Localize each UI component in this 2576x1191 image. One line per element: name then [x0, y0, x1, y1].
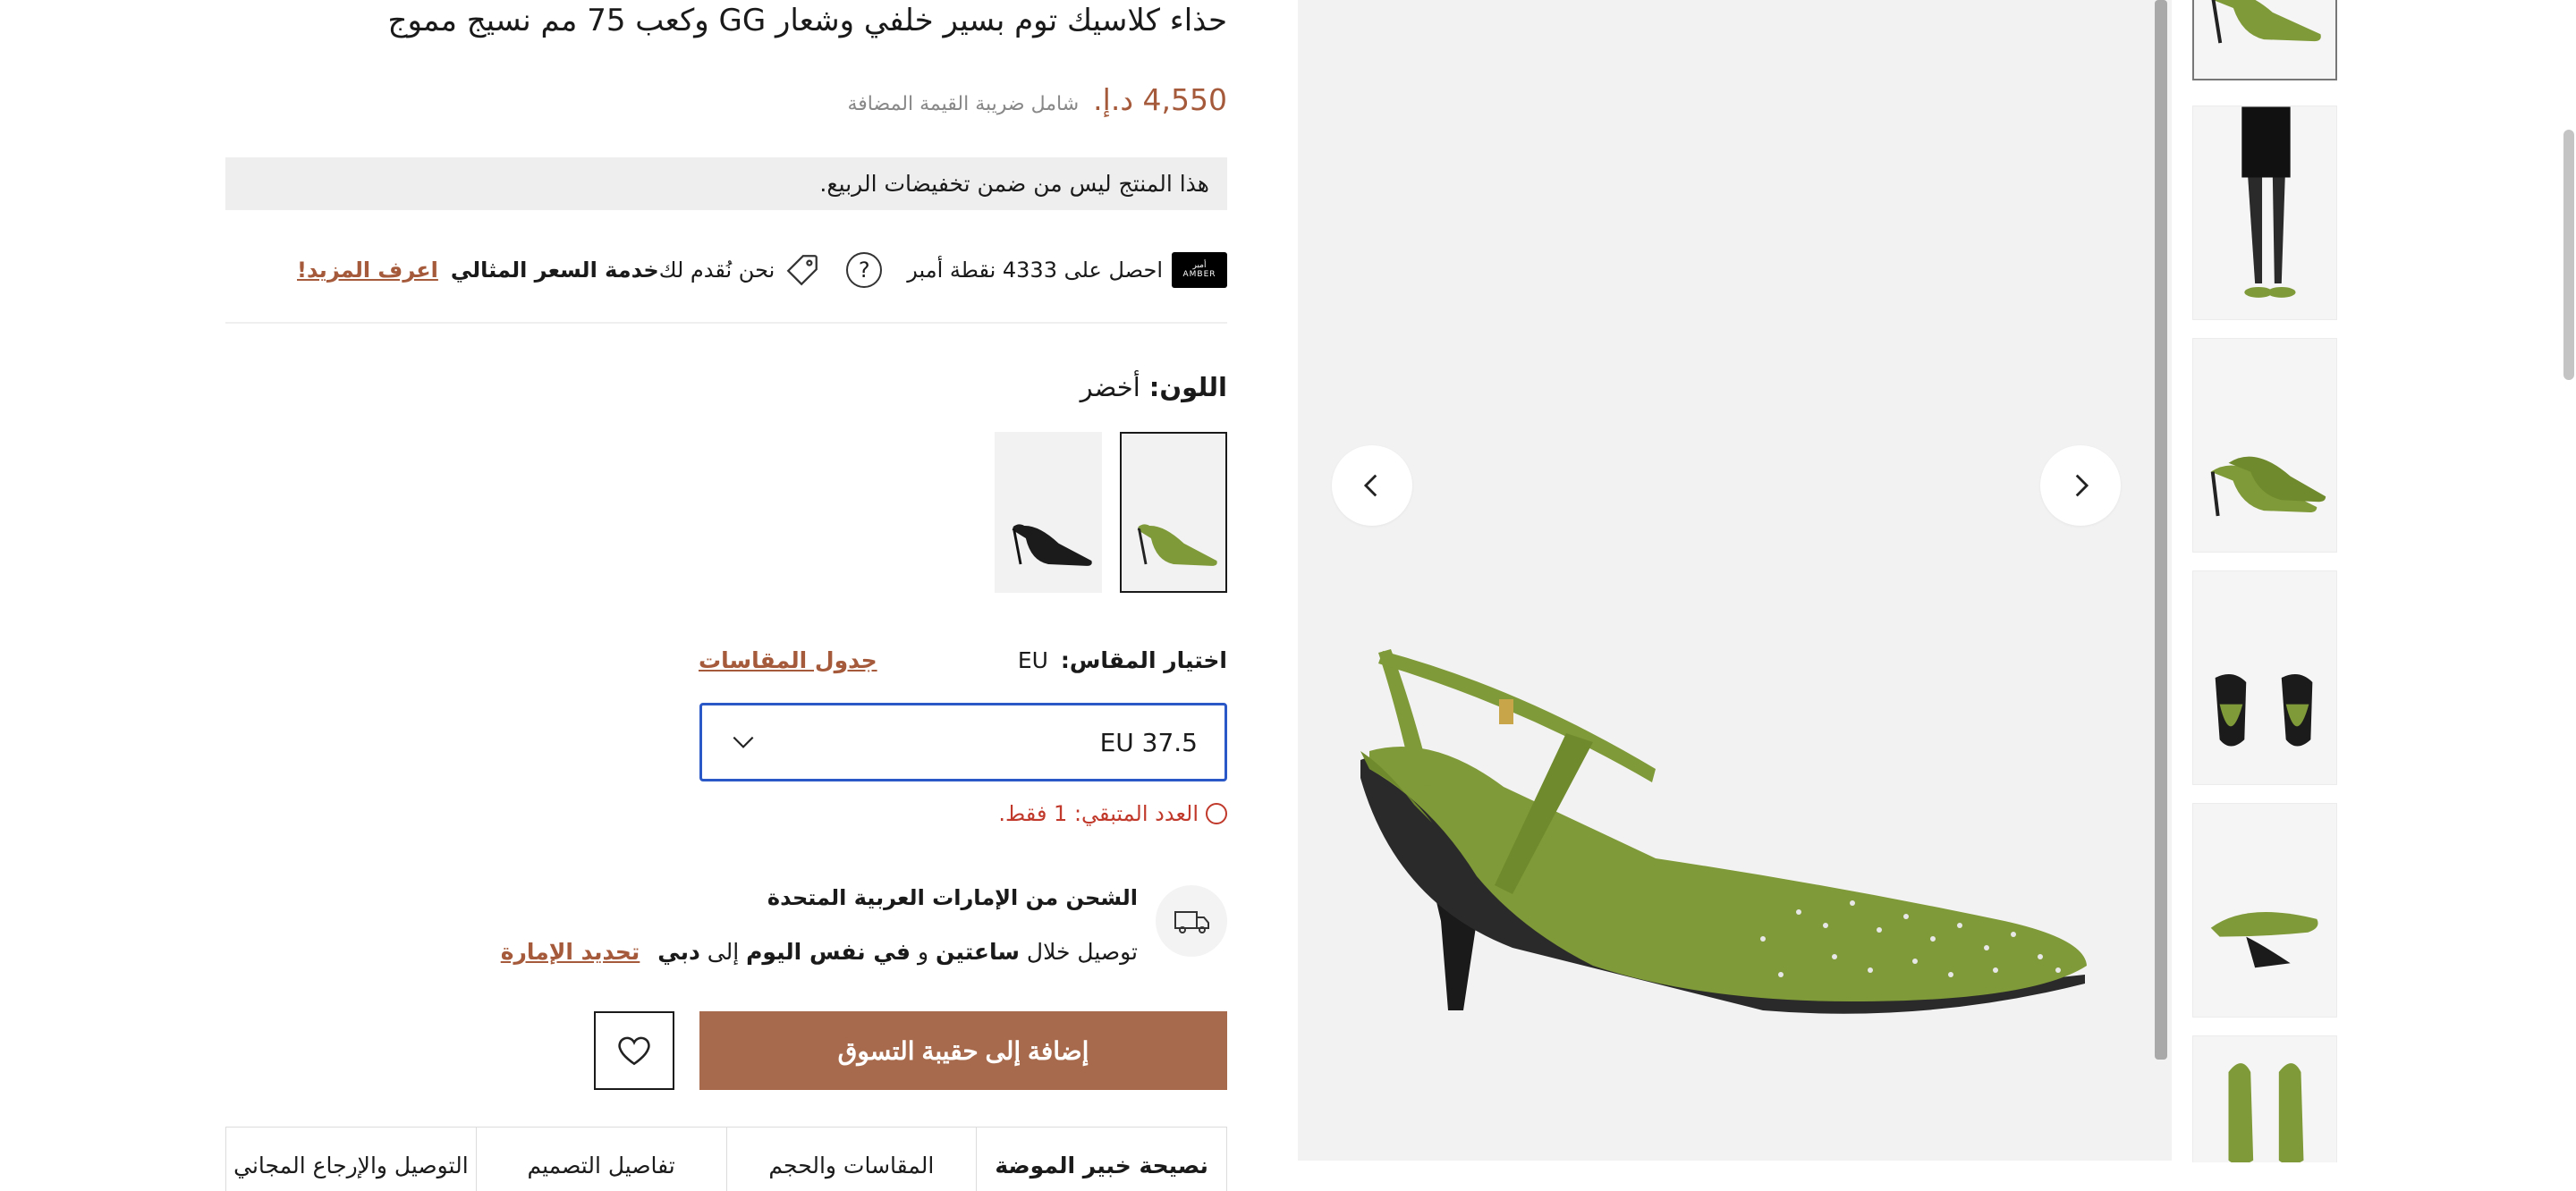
color-label: اللون: أخضر: [1080, 372, 1227, 402]
wishlist-button[interactable]: [594, 1011, 674, 1090]
loyalty-row: أمبر AMBER احصل على 4333 نقطة أمبر ? نحن…: [297, 250, 1227, 290]
gallery-scrollbar[interactable]: [2155, 0, 2167, 1060]
thumbnail-shoe-side: [2211, 0, 2321, 44]
thumbnail-4[interactable]: [2192, 570, 2337, 785]
thumbnail-shoe-pair: [2210, 456, 2326, 517]
thumbnail-3[interactable]: [2192, 338, 2337, 553]
product-title: حذاء كلاسيك توم بسير خلفي وشعار GG وكعب …: [387, 3, 1227, 38]
amber-logo: أمبر AMBER: [1172, 252, 1227, 288]
thumbnail-2[interactable]: [2192, 106, 2337, 320]
product-info: حذاء كلاسيك توم بسير خلفي وشعار GG وكعب …: [225, 0, 1227, 1191]
tab-design-details[interactable]: تفاصيل التصميم: [475, 1128, 726, 1191]
thumbnail-model-legs: [2241, 106, 2296, 298]
slingback-shoe-image: [1360, 649, 2087, 1014]
green-shoe-thumbnail: [1137, 524, 1217, 566]
size-system: EU: [1017, 647, 1048, 673]
price-tag-icon: [786, 255, 818, 286]
price-row: 4,550 د.إ. شامل ضريبة القيمة المضافة: [848, 82, 1228, 117]
color-swatch-black[interactable]: [995, 432, 1102, 593]
thumbnail-shoe-back: [2215, 674, 2313, 747]
product-tabs: نصيحة خبير الموضة المقاسات والحجم تفاصيل…: [225, 1127, 1227, 1191]
amber-logo-sub: AMBER: [1182, 270, 1216, 279]
color-label-key: اللون:: [1148, 372, 1227, 402]
help-icon[interactable]: ?: [846, 252, 883, 288]
heart-icon: [618, 1036, 650, 1066]
shipping-detail: توصيل خلال ساعتين و في نفس اليوم إلى دبي…: [501, 939, 1138, 965]
stock-text: العدد المتبقي: 1 فقط.: [998, 801, 1199, 826]
size-selected-value: EU 37.5: [1099, 727, 1198, 757]
clock-icon: [1206, 803, 1227, 824]
thumbnail-5[interactable]: [2192, 803, 2337, 1018]
thumbnail-shoe-top: [2210, 911, 2318, 968]
points-text: احصل على 4333 نقطة أمبر: [907, 258, 1163, 283]
thumbnail-shoe-front: [2228, 1063, 2304, 1162]
product-price: 4,550 د.إ.: [1093, 82, 1227, 117]
price-service-prefix: نحن نُقدم لك: [658, 258, 775, 283]
vat-note: شامل ضريبة القيمة المضافة: [847, 93, 1080, 115]
page-scrollbar-thumb[interactable]: [2563, 130, 2574, 380]
black-shoe-thumbnail: [1012, 524, 1092, 566]
chevron-right-icon: [2075, 474, 2089, 497]
thumbnail-1[interactable]: [2192, 0, 2337, 80]
size-label: اختيار المقاس: EU: [1018, 647, 1227, 673]
tab-stylist-advice[interactable]: نصيحة خبير الموضة: [976, 1128, 1226, 1191]
stock-warning: العدد المتبقي: 1 فقط.: [998, 801, 1227, 826]
divider: [225, 322, 1227, 324]
shipping-text-2: و: [911, 939, 936, 965]
tab-delivery-returns[interactable]: التوصيل والإرجاع المجاني: [226, 1128, 476, 1191]
learn-more-link[interactable]: اعرف المزيد!: [297, 258, 438, 283]
size-chart-link[interactable]: جدول المقاسات: [699, 647, 877, 673]
shipping-bold-1: ساعتين: [936, 939, 1020, 965]
shipping-title: الشحن من الإمارات العربية المتحدة: [767, 885, 1138, 910]
gallery-next-button[interactable]: [2040, 445, 2121, 526]
truck-icon: [1156, 885, 1227, 957]
thumbnail-6[interactable]: [2192, 1035, 2337, 1162]
thumbnail-rail: [2192, 0, 2337, 1162]
main-product-image: [1298, 0, 2172, 1161]
add-to-bag-button[interactable]: إضافة إلى حقيبة التسوق: [699, 1011, 1227, 1090]
shipping-bold-3: دبي: [657, 939, 700, 965]
shipping-text-3: إلى: [699, 939, 747, 965]
size-label-key: اختيار المقاس:: [1060, 647, 1227, 673]
size-select[interactable]: EU 37.5: [699, 703, 1227, 781]
chevron-left-icon: [1363, 474, 1377, 497]
color-swatch-green[interactable]: [1120, 432, 1227, 593]
amber-logo-text: أمبر: [1192, 261, 1207, 270]
tab-size-fit[interactable]: المقاسات والحجم: [725, 1128, 977, 1191]
sale-notice: هذا المنتج ليس من ضمن تخفيضات الربيع.: [225, 157, 1227, 210]
chevron-down-icon: [733, 736, 754, 748]
shipping-bold-2: في نفس اليوم: [746, 939, 911, 965]
shipping-text-1: توصيل خلال: [1019, 939, 1138, 965]
price-service-label: خدمة السعر المثالي: [450, 258, 659, 283]
gallery-prev-button[interactable]: [1332, 445, 1412, 526]
color-value: أخضر: [1080, 372, 1140, 402]
change-emirate-link[interactable]: تحديد الإمارة: [501, 939, 640, 965]
